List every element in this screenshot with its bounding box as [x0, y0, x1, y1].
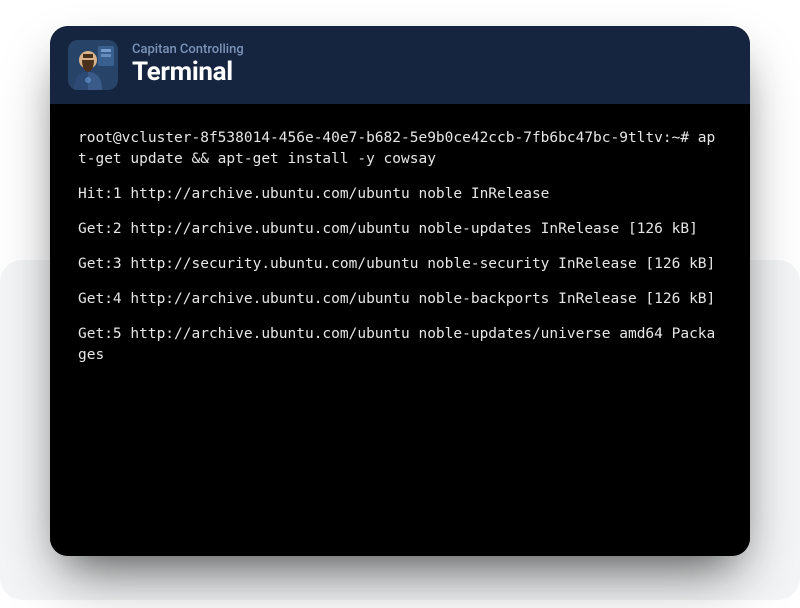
window-subtitle: Capitan Controlling	[132, 43, 244, 58]
terminal-line: Get:5 http://archive.ubuntu.com/ubuntu n…	[78, 324, 722, 366]
terminal-body[interactable]: root@vcluster-8f538014-456e-40e7-b682-5e…	[50, 104, 750, 556]
title-text: Capitan Controlling Terminal	[132, 43, 244, 88]
terminal-line: Get:3 http://security.ubuntu.com/ubuntu …	[78, 254, 722, 275]
terminal-line: Hit:1 http://archive.ubuntu.com/ubuntu n…	[78, 184, 722, 205]
titlebar: Capitan Controlling Terminal	[50, 26, 750, 104]
terminal-window: Capitan Controlling Terminal root@vclust…	[50, 26, 750, 556]
terminal-line: root@vcluster-8f538014-456e-40e7-b682-5e…	[78, 128, 722, 170]
window-title: Terminal	[132, 58, 244, 88]
terminal-line: Get:4 http://archive.ubuntu.com/ubuntu n…	[78, 289, 722, 310]
terminal-line: Get:2 http://archive.ubuntu.com/ubuntu n…	[78, 219, 722, 240]
avatar	[68, 40, 118, 90]
avatar-image-icon	[68, 40, 118, 90]
